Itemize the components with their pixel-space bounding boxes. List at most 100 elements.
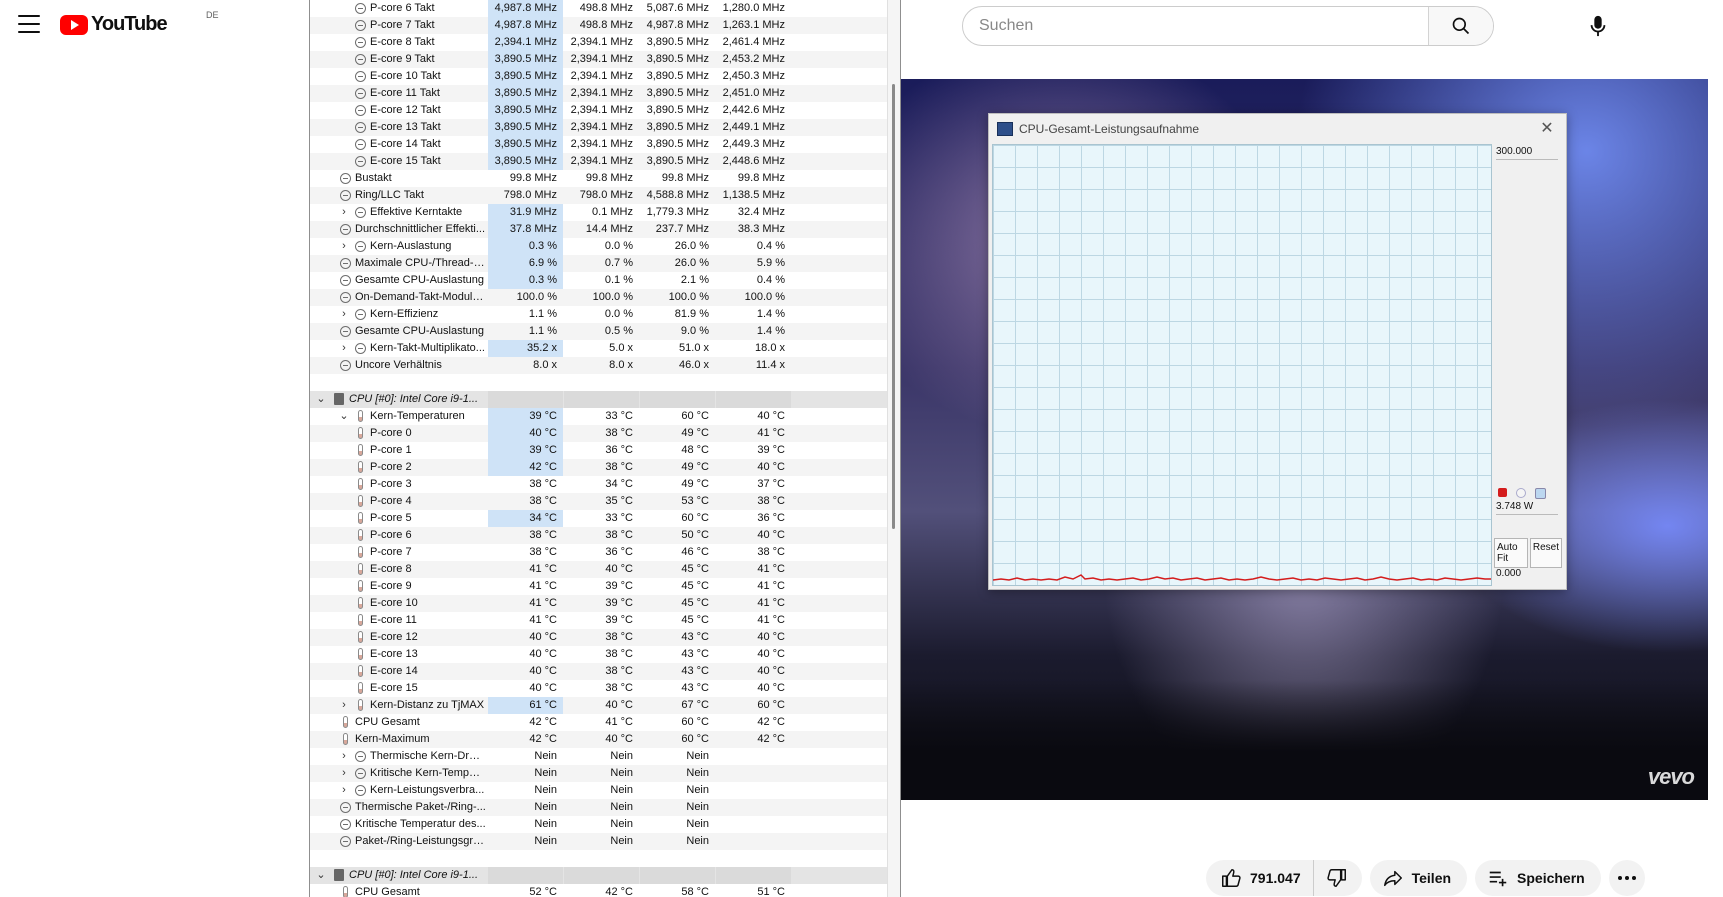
more-actions-button[interactable] bbox=[1608, 860, 1645, 896]
sensor-row[interactable]: E-core 11 Takt 3,890.5 MHz 2,394.1 MHz 3,89… bbox=[310, 85, 887, 102]
sensor-row[interactable]: Uncore Verhältnis 8.0 x 8.0 x 46.0 x 11.4 x bbox=[310, 357, 887, 374]
sensor-row[interactable]: P-core 7 38 °C 36 °C 46 °C 38 °C bbox=[310, 544, 887, 561]
sensor-row[interactable]: CPU Gesamt 52 °C 42 °C 58 °C 51 °C bbox=[310, 884, 887, 897]
sensor-row[interactable]: › Thermische Kern-Dros... Nein Nein Nein bbox=[310, 748, 887, 765]
sensor-row[interactable]: P-core 0 40 °C 38 °C 49 °C 41 °C bbox=[310, 425, 887, 442]
like-button[interactable]: 791.047 bbox=[1206, 860, 1314, 896]
sensor-row[interactable]: P-core 6 38 °C 38 °C 50 °C 40 °C bbox=[310, 527, 887, 544]
expand-row-icon[interactable]: › bbox=[339, 782, 349, 799]
sensor-row[interactable]: › Kern-Takt-Multiplikato... 35.2 x 5.0 x 51.… bbox=[310, 340, 887, 357]
expand-row-icon[interactable]: › bbox=[339, 340, 349, 357]
sensor-row[interactable]: E-core 14 Takt 3,890.5 MHz 2,394.1 MHz 3,89… bbox=[310, 136, 887, 153]
sensor-row[interactable]: E-core 12 40 °C 38 °C 43 °C 40 °C bbox=[310, 629, 887, 646]
expand-row-icon[interactable]: › bbox=[339, 238, 349, 255]
sensor-row[interactable]: P-core 3 38 °C 34 °C 49 °C 37 °C bbox=[310, 476, 887, 493]
power-series-line bbox=[993, 574, 1491, 581]
sensor-row[interactable]: E-core 11 41 °C 39 °C 45 °C 41 °C bbox=[310, 612, 887, 629]
sensor-row[interactable]: E-core 8 Takt 2,394.1 MHz 2,394.1 MHz 3,890… bbox=[310, 34, 887, 51]
sensor-row[interactable]: E-core 15 40 °C 38 °C 43 °C 40 °C bbox=[310, 680, 887, 697]
sensor-value-max: 43 °C bbox=[681, 648, 709, 660]
sensor-value-current: 42 °C bbox=[529, 716, 557, 728]
sensor-row[interactable]: Kern-Maximum 42 °C 40 °C 60 °C 42 °C bbox=[310, 731, 887, 748]
scrollbar-thumb[interactable] bbox=[892, 84, 895, 529]
expand-row-icon[interactable]: › bbox=[339, 748, 349, 765]
save-button[interactable]: Speichern bbox=[1475, 860, 1601, 896]
sensor-row[interactable]: E-core 14 40 °C 38 °C 43 °C 40 °C bbox=[310, 663, 887, 680]
reset-button[interactable]: Reset bbox=[1529, 538, 1562, 568]
sensor-label: E-core 12 bbox=[370, 631, 418, 643]
sensor-value-current: 6.9 % bbox=[488, 255, 563, 272]
sensor-row[interactable]: P-core 5 34 °C 33 °C 60 °C 36 °C bbox=[310, 510, 887, 527]
sensor-row[interactable]: Maximale CPU-/Thread-A... 6.9 % 0.7 % 26.0 … bbox=[310, 255, 887, 272]
sensor-row[interactable]: › Kern-Distanz zu TjMAX 61 °C 40 °C 67 °C 60 … bbox=[310, 697, 887, 714]
current-color-swatch[interactable] bbox=[1498, 488, 1507, 497]
expand-row-icon[interactable]: › bbox=[339, 306, 349, 323]
sensor-row[interactable]: Gesamte CPU-Auslastung 0.3 % 0.1 % 2.1 % 0.4… bbox=[310, 272, 887, 289]
sensor-row[interactable]: E-core 13 Takt 3,890.5 MHz 2,394.1 MHz 3,89… bbox=[310, 119, 887, 136]
sensor-row[interactable]: E-core 9 41 °C 39 °C 45 °C 41 °C bbox=[310, 578, 887, 595]
dislike-button[interactable] bbox=[1313, 860, 1362, 896]
auto-fit-button[interactable]: Auto Fit bbox=[1494, 538, 1528, 568]
sensor-value-avg: 40 °C bbox=[757, 665, 785, 677]
sensor-row[interactable]: Ring/LLC Takt 798.0 MHz 798.0 MHz 4,588.8 M… bbox=[310, 187, 887, 204]
sensor-row[interactable]: P-core 7 Takt 4,987.8 MHz 498.8 MHz 4,987.8… bbox=[310, 17, 887, 34]
collapse-group-icon[interactable]: ⌄ bbox=[316, 867, 326, 884]
search-button[interactable] bbox=[1428, 7, 1493, 45]
sensor-row[interactable]: P-core 6 Takt 4,987.8 MHz 498.8 MHz 5,087.6… bbox=[310, 0, 887, 17]
sensor-row[interactable]: E-core 12 Takt 3,890.5 MHz 2,394.1 MHz 3,89… bbox=[310, 102, 887, 119]
sensor-row[interactable]: P-core 4 38 °C 35 °C 53 °C 38 °C bbox=[310, 493, 887, 510]
sensor-row[interactable]: E-core 10 Takt 3,890.5 MHz 2,394.1 MHz 3,89… bbox=[310, 68, 887, 85]
sensor-group-header[interactable]: ⌄ CPU [#0]: Intel Core i9-1... bbox=[310, 867, 887, 884]
sensor-row[interactable]: P-core 2 42 °C 38 °C 49 °C 40 °C bbox=[310, 459, 887, 476]
sensor-row[interactable]: › Kern-Auslastung 0.3 % 0.0 % 26.0 % 0.4 % bbox=[310, 238, 887, 255]
share-button[interactable]: Teilen bbox=[1369, 860, 1468, 896]
sensor-row[interactable]: E-core 15 Takt 3,890.5 MHz 2,394.1 MHz 3,89… bbox=[310, 153, 887, 170]
sensor-row[interactable]: E-core 10 41 °C 39 °C 45 °C 41 °C bbox=[310, 595, 887, 612]
sensor-table[interactable]: P-core 6 Takt 4,987.8 MHz 498.8 MHz 5,087.6… bbox=[309, 0, 901, 897]
sensor-row[interactable]: Gesamte CPU-Auslastung 1.1 % 0.5 % 9.0 % 1.4… bbox=[310, 323, 887, 340]
sensor-scrollbar[interactable] bbox=[887, 0, 900, 897]
sensor-row[interactable]: Thermische Paket-/Ring-... Nein Nein Nein bbox=[310, 799, 887, 816]
sensor-row[interactable]: › Effektive Kerntakte 31.9 MHz 0.1 MHz 1,779… bbox=[310, 204, 887, 221]
power-graph-window[interactable]: CPU-Gesamt-Leistungsaufnahme ✕ 300.000 3… bbox=[988, 113, 1567, 590]
sensor-row[interactable]: CPU Gesamt 42 °C 41 °C 60 °C 42 °C bbox=[310, 714, 887, 731]
sensor-row[interactable]: Bustakt 99.8 MHz 99.8 MHz 99.8 MHz 99.8 MHz bbox=[310, 170, 887, 187]
collapse-row-icon[interactable]: ⌄ bbox=[339, 408, 349, 425]
sensor-row[interactable]: › Kern-Effizienz 1.1 % 0.0 % 81.9 % 1.4 % bbox=[310, 306, 887, 323]
thermometer-icon bbox=[358, 631, 363, 643]
sensor-row[interactable]: E-core 13 40 °C 38 °C 43 °C 40 °C bbox=[310, 646, 887, 663]
sensor-value-avg: 0.4 % bbox=[756, 240, 785, 252]
sensor-value-avg bbox=[716, 799, 791, 816]
sensor-row[interactable]: › Kern-Leistungsverbra... Nein Nein Nein bbox=[310, 782, 887, 799]
sensor-row[interactable]: E-core 8 41 °C 40 °C 45 °C 41 °C bbox=[310, 561, 887, 578]
sensor-value-avg: 2,461.4 MHz bbox=[722, 36, 785, 48]
graph-title-bar[interactable]: CPU-Gesamt-Leistungsaufnahme bbox=[989, 114, 1566, 144]
search-input[interactable] bbox=[963, 7, 1428, 45]
close-icon[interactable]: ✕ bbox=[1536, 118, 1558, 140]
sensor-row[interactable]: Durchschnittlicher Effekti... 37.8 MHz 14.… bbox=[310, 221, 887, 238]
sensor-value-avg: 2,451.0 MHz bbox=[722, 87, 785, 99]
sensor-value-current: 37.8 MHz bbox=[488, 221, 563, 238]
sensor-row[interactable]: E-core 9 Takt 3,890.5 MHz 2,394.1 MHz 3,890… bbox=[310, 51, 887, 68]
voice-search-button[interactable] bbox=[1583, 13, 1613, 39]
sensor-clock-icon bbox=[340, 258, 351, 269]
expand-row-icon[interactable]: › bbox=[339, 204, 349, 221]
sensor-value-min: Nein bbox=[610, 767, 633, 779]
sensor-row[interactable]: Kritische Temperatur des... Nein Nein Nein bbox=[310, 816, 887, 833]
sensor-clock-icon bbox=[340, 173, 351, 184]
avg-color-swatch[interactable] bbox=[1535, 488, 1546, 499]
sensor-row[interactable]: Paket-/Ring-Leistungsgre... Nein Nein Nein bbox=[310, 833, 887, 850]
sensor-row[interactable]: On-Demand-Takt-Modula... 100.0 % 100.0 % 10… bbox=[310, 289, 887, 306]
youtube-logo[interactable]: YouTube DE bbox=[60, 10, 219, 36]
sensor-label: P-core 3 bbox=[370, 478, 412, 490]
menu-icon[interactable] bbox=[18, 15, 40, 33]
min-color-swatch[interactable] bbox=[1516, 488, 1526, 498]
sensor-row[interactable]: P-core 1 39 °C 36 °C 48 °C 39 °C bbox=[310, 442, 887, 459]
sensor-row[interactable]: › Kritische Kern-Temper... Nein Nein Nein bbox=[310, 765, 887, 782]
sensor-group-header[interactable]: ⌄ CPU [#0]: Intel Core i9-1... bbox=[310, 391, 887, 408]
expand-row-icon[interactable]: › bbox=[339, 765, 349, 782]
expand-row-icon[interactable]: › bbox=[339, 697, 349, 714]
sensor-row[interactable]: ⌄ Kern-Temperaturen 39 °C 33 °C 60 °C 40 °C bbox=[310, 408, 887, 425]
sensor-value-current: 40 °C bbox=[488, 425, 563, 442]
collapse-group-icon[interactable]: ⌄ bbox=[316, 391, 326, 408]
